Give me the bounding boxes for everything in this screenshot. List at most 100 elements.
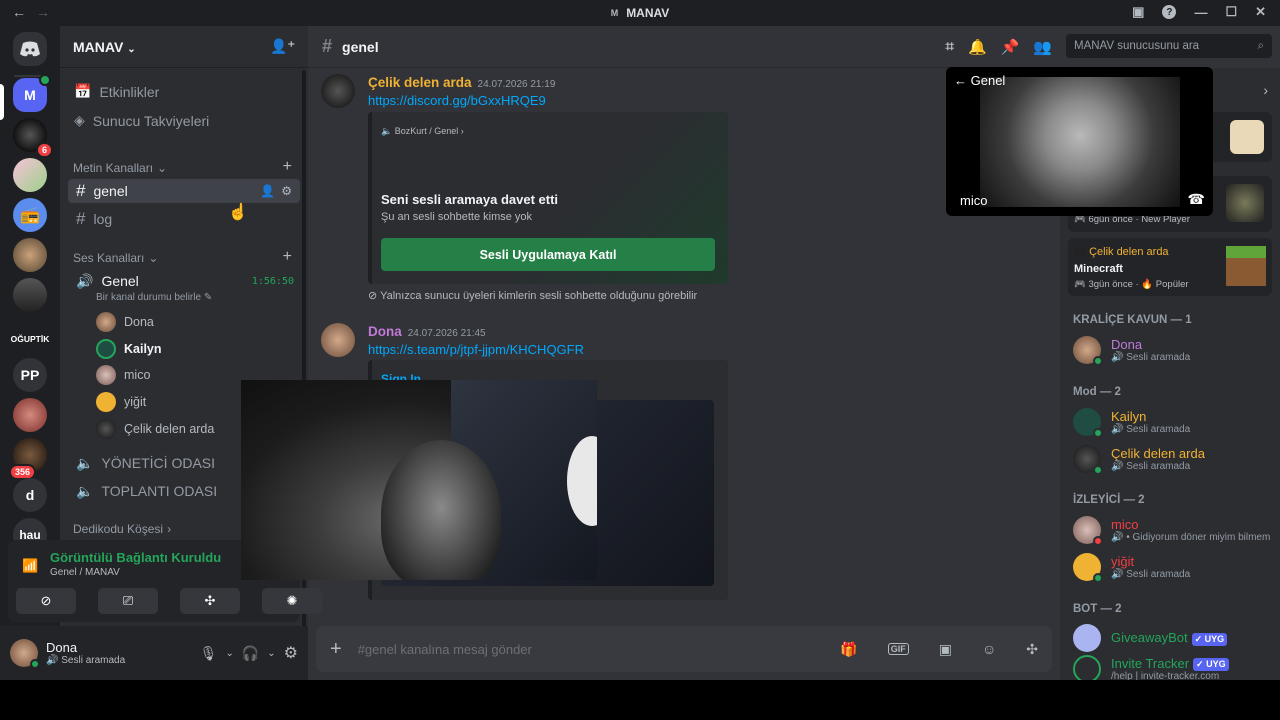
forward-arrow-icon[interactable]: → (36, 4, 50, 20)
message-input[interactable]: #genel kanalına mesaj gönder (358, 642, 811, 657)
screen-share-button[interactable]: ⎚ (98, 588, 158, 614)
sticker-icon[interactable]: ▣ (939, 641, 952, 658)
voice-status[interactable]: Bir kanal durumu belirle ✎ (96, 292, 212, 303)
message-author[interactable]: Dona (368, 324, 402, 339)
member-item[interactable]: yiğit 🔊 Sesli aramada (1073, 553, 1190, 583)
member-item[interactable]: Kailyn 🔊 Sesli aramada (1073, 408, 1190, 438)
message-link[interactable]: https://discord.gg/bGxxHRQE9 (368, 93, 546, 108)
camera-off-button[interactable]: ⊘ (16, 588, 76, 614)
member-item[interactable]: mico 🔊 • Gidiyorum döner miyim bilmem (1073, 516, 1270, 546)
message-author[interactable]: Çelik delen arda (368, 75, 472, 90)
server-boombox[interactable]: 📻 (13, 198, 47, 232)
maximize-icon[interactable]: ☐ (1225, 4, 1237, 20)
soundboard-button[interactable]: ✺ (262, 588, 322, 614)
member-item[interactable]: Invite Tracker ✓ UYG/help | invite-tracke… (1073, 655, 1229, 680)
invite-people-icon[interactable]: 👤⁺ (270, 38, 295, 55)
text-category[interactable]: Metin Kanalları ⌄ (73, 161, 167, 175)
avatar (96, 419, 116, 439)
channel-log[interactable]: # log (68, 207, 300, 231)
boost-icon: ◈ (74, 112, 85, 128)
voice-user[interactable]: yiğit (96, 392, 146, 412)
join-voice-button[interactable]: Sesli Uygulamaya Katıl (381, 238, 715, 271)
guild-header[interactable]: MANAV ⌄ 👤⁺ (60, 26, 308, 68)
add-voice-channel-icon[interactable]: + (283, 248, 292, 266)
voice-location[interactable]: Genel / MANAV (50, 567, 120, 578)
server-cat[interactable] (13, 238, 47, 272)
chevron-down-icon[interactable]: ⌄ (267, 648, 275, 659)
activities-button[interactable]: ✣ (180, 588, 240, 614)
chevron-right-icon: › (167, 522, 172, 536)
server-pp[interactable]: PP (13, 358, 47, 392)
server-dark-avatar[interactable]: 6 (13, 118, 53, 158)
chevron-down-icon[interactable]: ⌄ (225, 648, 233, 659)
add-attachment-icon[interactable]: + (330, 638, 342, 661)
voice-user[interactable]: Çelik delen arda (96, 419, 214, 439)
hang-up-icon[interactable]: ☎ (1188, 191, 1205, 208)
user-status: 🔊 Sesli aramada (46, 655, 126, 666)
server-manav[interactable]: M (13, 74, 51, 112)
gossip-category[interactable]: Dedikodu Köşesi › (73, 522, 171, 536)
server-girl-avatar[interactable] (13, 398, 47, 432)
locked-speaker-icon: 🔈 (76, 482, 94, 499)
help-icon[interactable]: ? (1162, 5, 1177, 19)
search-input[interactable]: MANAV sunucusunu ara ⌕ (1066, 34, 1272, 58)
voice-user[interactable]: Dona (96, 312, 154, 332)
embed-source[interactable]: 🔈 BozKurt / Genel › (381, 126, 464, 137)
eye-off-icon: ⊘ (368, 290, 378, 302)
server-oguptik[interactable]: OĞUPTİK (10, 322, 50, 356)
members-icon[interactable]: 👥 (1033, 38, 1052, 56)
microphone-icon[interactable]: 🎙 (200, 645, 218, 662)
inbox-icon[interactable]: ▣ (1132, 4, 1144, 20)
camera-off-icon: ⊘ (40, 593, 52, 608)
pin-icon[interactable]: 📌 (1001, 38, 1020, 56)
member-item[interactable]: GiveawayBot ✓ UYG (1073, 624, 1228, 652)
member-item[interactable]: Çelik delen arda 🔊 Sesli aramada (1073, 445, 1205, 475)
avatar (96, 312, 116, 332)
headphones-icon[interactable]: 🎧 (242, 645, 259, 662)
emoji-icon[interactable]: ☺ (982, 641, 996, 657)
discord-home-icon[interactable] (13, 32, 47, 66)
webcam-video-overlay[interactable] (241, 380, 597, 580)
member-item[interactable]: Dona 🔊 Sesli aramada (1073, 336, 1190, 366)
message-link[interactable]: https://s.team/p/jtpf-jjpm/KHCHQGFR (368, 342, 584, 357)
voice-channel-genel[interactable]: 🔊 Genel 1:56:50 (68, 269, 300, 293)
bell-icon[interactable]: 🔔 (968, 38, 987, 56)
back-arrow-icon: ← (954, 73, 967, 88)
events-link[interactable]: 📅 Etkinlikler (74, 83, 159, 100)
avatar[interactable] (321, 74, 355, 108)
pip-back-link[interactable]: ← Genel (954, 73, 1005, 88)
avatar (1073, 336, 1103, 366)
voice-user[interactable]: mico (96, 365, 150, 385)
server-anime[interactable] (13, 158, 47, 192)
avatar (1073, 408, 1103, 438)
message-header: Çelik delen arda 24.07.2026 21:19 (368, 75, 555, 90)
gear-icon[interactable]: ⚙ (284, 643, 298, 663)
invite-icon[interactable]: 👤 (260, 184, 275, 198)
voice-category[interactable]: Ses Kanalları ⌄ (73, 251, 158, 265)
threads-icon[interactable]: ⌗ (945, 38, 953, 56)
avatar[interactable] (10, 639, 40, 669)
back-arrow-icon[interactable]: ← (12, 4, 26, 20)
add-text-channel-icon[interactable]: + (283, 158, 292, 176)
chevron-right-icon[interactable]: › (1263, 82, 1268, 98)
boosts-link[interactable]: ◈ Sunucu Takviyeleri (74, 112, 209, 129)
letterbox-bar (0, 680, 1280, 720)
apps-icon[interactable]: ✣ (1026, 641, 1038, 658)
server-gamer[interactable]: 356 (9, 438, 47, 480)
server-group-photo[interactable] (13, 278, 47, 312)
minimize-icon[interactable]: — (1194, 5, 1207, 20)
message-composer[interactable]: + #genel kanalına mesaj gönder 🎁 GIF ▣ ☺… (316, 626, 1052, 672)
close-icon[interactable]: ✕ (1255, 4, 1266, 20)
app-badge: ✓ UYG (1193, 658, 1229, 672)
server-d[interactable]: d (13, 478, 47, 512)
channel-genel[interactable]: # genel 👤 ⚙ (68, 179, 300, 203)
gif-icon[interactable]: GIF (887, 643, 909, 655)
gear-icon[interactable]: ⚙ (281, 184, 292, 198)
voice-user[interactable]: Kailyn (96, 339, 162, 359)
pip-video-window[interactable]: ← Genel mico ☎ (946, 67, 1213, 216)
activity-card[interactable]: Çelik delen arda Minecraft 🎮 3gün önce ·… (1068, 238, 1272, 296)
voice-timer: 1:56:50 (251, 275, 294, 287)
gift-icon[interactable]: 🎁 (840, 641, 857, 658)
speaker-icon: 🔊 (76, 272, 94, 289)
avatar[interactable] (321, 323, 355, 357)
